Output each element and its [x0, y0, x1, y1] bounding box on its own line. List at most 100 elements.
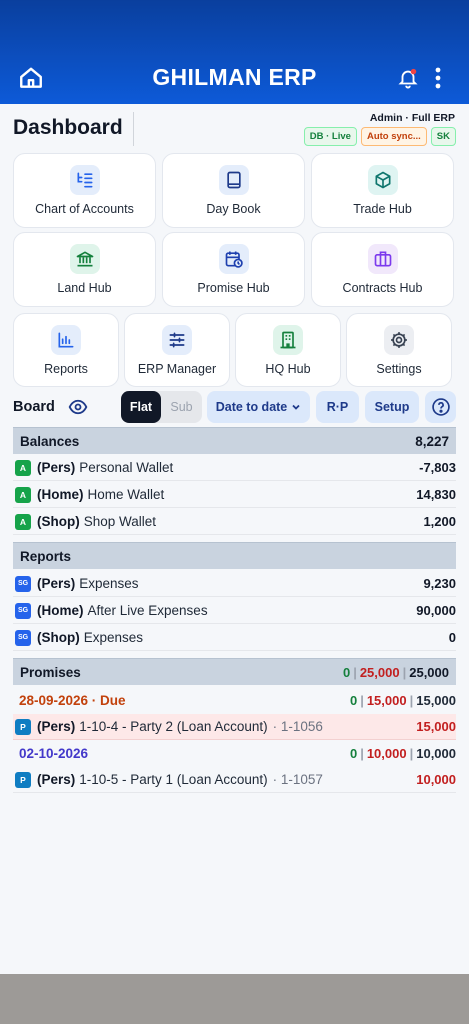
tile-label: Reports [44, 362, 88, 376]
tile-label: Day Book [206, 202, 261, 216]
account-name: Home Wallet [87, 487, 165, 502]
due-total: 25,000 [359, 664, 400, 680]
promise-date-row[interactable]: 28-09-2026 · Due 0 | 15,000 | 15,000 [13, 687, 456, 714]
due-amount: 15,000 [366, 693, 407, 708]
sliders-icon [162, 325, 192, 355]
page-title: Dashboard [13, 116, 123, 139]
db-status-chip[interactable]: DB · Live [303, 127, 357, 146]
board-toolbar: Board Flat Sub Date to date R·P Setup [0, 391, 469, 423]
list-item[interactable]: SG (Home) After Live Expenses 90,000 [13, 598, 456, 624]
building-icon [273, 325, 303, 355]
bar-chart-icon [51, 325, 81, 355]
account-type-badge: A [15, 459, 31, 476]
reports-header: Reports [13, 542, 456, 569]
account-type-badge: SG [15, 602, 31, 619]
tile-land-hub[interactable]: Land Hub [13, 232, 156, 307]
board-label: Board [13, 399, 55, 415]
user-initials-chip[interactable]: SK [430, 127, 456, 146]
promise-party: 1-10-4 - Party 2 (Loan Account) [79, 719, 268, 734]
tile-day-book[interactable]: Day Book [162, 153, 305, 228]
more-menu-icon[interactable] [424, 64, 452, 92]
balances-header: Balances 8,227 [13, 427, 456, 454]
section-title: Reports [20, 548, 72, 564]
report-amount: 0 [448, 630, 456, 645]
list-item[interactable]: A (Home) Home Wallet 14,830 [13, 482, 456, 508]
total-amount: 15,000 [416, 693, 456, 708]
promise-ref: · 1-1057 [272, 772, 323, 787]
rp-button[interactable]: R·P [316, 391, 359, 423]
list-item[interactable]: P (Pers) 1-10-5 - Party 1 (Loan Account)… [13, 767, 456, 793]
report-name: After Live Expenses [87, 603, 208, 618]
eye-icon[interactable] [68, 398, 88, 421]
account-tag: (Pers) [37, 719, 76, 734]
report-name: Expenses [79, 576, 139, 591]
promise-date-totals: 0 | 10,000 | 10,000 [349, 746, 456, 761]
tile-label: Contracts Hub [342, 281, 423, 295]
promise-party: 1-10-5 - Party 1 (Loan Account) [79, 772, 268, 787]
toggle-sub[interactable]: Sub [161, 391, 202, 423]
tile-label: Trade Hub [353, 202, 412, 216]
promise-amount: 10,000 [416, 772, 456, 787]
chevron-down-icon [292, 404, 300, 410]
tile-label: ERP Manager [137, 362, 217, 376]
tile-settings[interactable]: Settings [346, 313, 452, 387]
view-toggle: Flat Sub [121, 391, 202, 423]
account-amount: -7,803 [419, 460, 456, 475]
due-amount: 10,000 [366, 746, 407, 761]
notification-bell-icon[interactable] [394, 64, 422, 92]
grand-total: 25,000 [409, 664, 449, 680]
list-item[interactable]: SG (Shop) Expenses 0 [13, 625, 456, 651]
promise-amount: 15,000 [416, 719, 456, 734]
tile-label: Promise Hub [197, 281, 270, 295]
tile-label: Land Hub [57, 281, 112, 295]
account-amount: 1,200 [423, 514, 456, 529]
promise-badge: P [15, 718, 31, 735]
tile-label: Chart of Accounts [35, 202, 134, 216]
promise-date-row[interactable]: 02-10-2026 0 | 10,000 | 10,000 [13, 740, 456, 767]
total-amount: 10,000 [416, 746, 456, 761]
gear-icon [384, 325, 414, 355]
promise-date: 28-09-2026 · Due [19, 693, 126, 708]
user-role-label: Admin · Full ERP [369, 112, 455, 124]
tile-erp-manager[interactable]: ERP Manager [124, 313, 230, 387]
list-item[interactable]: SG (Pers) Expenses 9,230 [13, 571, 456, 597]
tile-promise-hub[interactable]: Promise Hub [162, 232, 305, 307]
promises-header: Promises 0 | 25,000 | 25,000 [13, 658, 456, 685]
tile-trade-hub[interactable]: Trade Hub [311, 153, 454, 228]
list-item[interactable]: A (Pers) Personal Wallet -7,803 [13, 455, 456, 481]
promise-ref: · 1-1056 [272, 719, 323, 734]
setup-button[interactable]: Setup [365, 391, 419, 423]
help-icon[interactable] [425, 391, 456, 423]
tile-hq-hub[interactable]: HQ Hub [235, 313, 341, 387]
tile-reports[interactable]: Reports [13, 313, 119, 387]
list-item[interactable]: P (Pers) 1-10-4 - Party 2 (Loan Account)… [13, 714, 456, 740]
app-header: GHILMAN ERP [0, 0, 469, 104]
tile-chart-of-accounts[interactable]: Chart of Accounts [13, 153, 156, 228]
date-filter-button[interactable]: Date to date [207, 391, 310, 423]
sync-status-chip[interactable]: Auto sync... [360, 127, 427, 146]
account-tag: (Pers) [37, 460, 76, 475]
date-filter-label: Date to date [215, 400, 288, 414]
report-name: Expenses [83, 630, 144, 645]
account-type-badge: SG [15, 575, 31, 592]
toggle-flat[interactable]: Flat [121, 391, 161, 423]
system-navigation-bar [0, 974, 469, 1024]
book-icon [218, 165, 249, 195]
account-name: Shop Wallet [83, 514, 157, 529]
promise-date-totals: 0 | 15,000 | 15,000 [349, 693, 456, 708]
report-amount: 90,000 [416, 603, 456, 618]
account-tag: (Home) [37, 487, 84, 502]
tile-label: Settings [376, 362, 422, 376]
list-tree-icon [69, 165, 100, 195]
account-tag: (Home) [37, 603, 84, 618]
promises-totals: 0 | 25,000 | 25,000 [342, 664, 449, 680]
list-item[interactable]: A (Shop) Shop Wallet 1,200 [13, 509, 456, 535]
calendar-clock-icon [218, 244, 249, 274]
balances-total: 8,227 [415, 433, 449, 449]
promise-date: 02-10-2026 [19, 746, 89, 761]
paid-amount: 0 [349, 693, 358, 708]
account-tag: (Pers) [37, 772, 76, 787]
tile-contracts-hub[interactable]: Contracts Hub [311, 232, 454, 307]
section-title: Balances [20, 433, 80, 449]
report-amount: 9,230 [423, 576, 456, 591]
